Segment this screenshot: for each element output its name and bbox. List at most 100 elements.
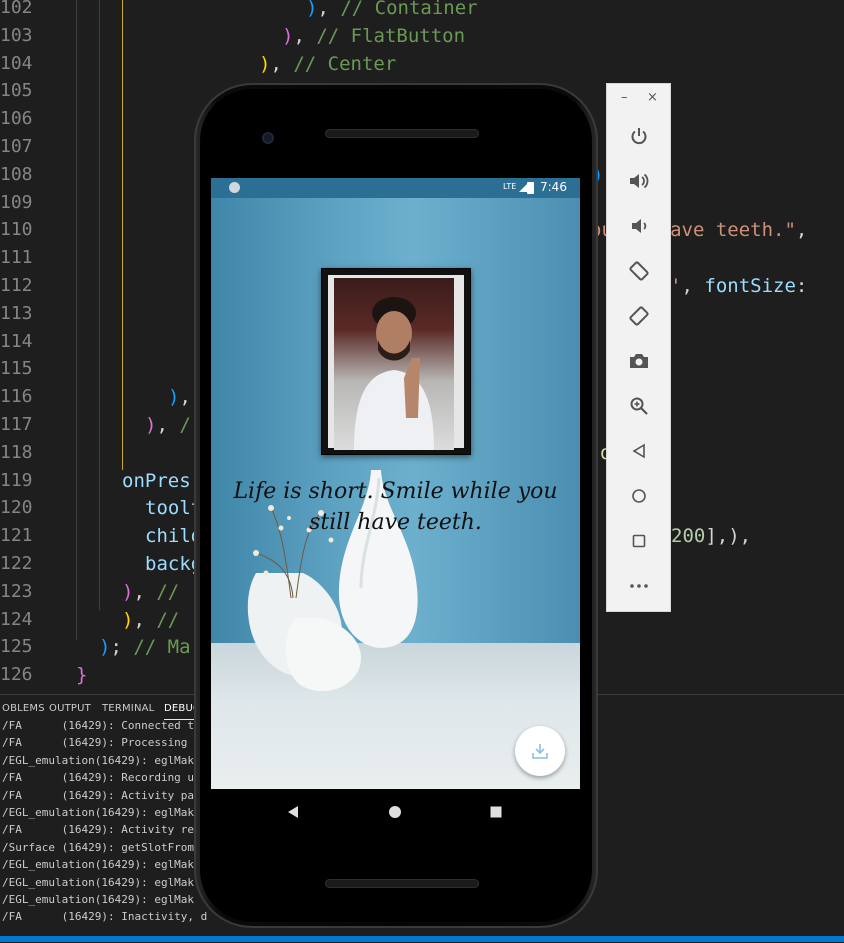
line-number: 122 bbox=[0, 553, 33, 574]
minimize-button[interactable]: – bbox=[621, 90, 628, 105]
clock-time: 7:46 bbox=[540, 180, 567, 194]
log-line: /FA (16429): Inactivity, d bbox=[2, 910, 208, 924]
home-circle-icon bbox=[389, 806, 401, 818]
rotate-left-icon bbox=[629, 261, 649, 281]
overview-square-icon bbox=[632, 534, 646, 548]
log-line: /EGL_emulation(16429): eglMak bbox=[2, 806, 195, 819]
top-speaker bbox=[325, 129, 479, 138]
log-line: /FA (16429): Processing bbox=[2, 736, 188, 750]
line-number: 120 bbox=[0, 497, 33, 519]
tab-problems[interactable]: OBLEMS bbox=[2, 703, 45, 714]
line-number: 115 bbox=[0, 358, 33, 380]
code-text: 200],), bbox=[671, 525, 752, 548]
line-number: 124 bbox=[0, 608, 33, 630]
power-icon bbox=[631, 128, 647, 145]
back-triangle-icon bbox=[632, 443, 645, 459]
volume-up-button[interactable] bbox=[623, 165, 655, 197]
person-portrait-image bbox=[354, 297, 434, 450]
more-button[interactable] bbox=[623, 570, 655, 602]
line-number: 104 bbox=[0, 52, 33, 74]
home-circle-icon bbox=[632, 489, 646, 503]
tab-terminal[interactable]: TERMINAL bbox=[102, 703, 154, 714]
code-text: ), // Center bbox=[259, 52, 397, 75]
line-number: 119 bbox=[0, 469, 33, 491]
line-number: 103 bbox=[0, 24, 33, 46]
android-nav-bar bbox=[211, 789, 580, 835]
app-screen[interactable]: LTE 7:46 Life is short. Smile while you … bbox=[211, 178, 580, 789]
line-number: 125 bbox=[0, 636, 33, 658]
rotate-left-button[interactable] bbox=[623, 255, 655, 287]
power-button[interactable] bbox=[623, 120, 655, 152]
line-number: 112 bbox=[0, 275, 33, 296]
line-number: 110 bbox=[0, 219, 33, 241]
zoom-icon bbox=[630, 397, 648, 415]
android-status-bar: LTE 7:46 bbox=[211, 178, 580, 198]
log-line: /FA (16429): Activity pa bbox=[2, 788, 195, 802]
volume-down-icon bbox=[632, 219, 647, 233]
quote-text: Life is short. Smile while you still hav… bbox=[233, 479, 558, 535]
front-camera bbox=[262, 132, 274, 144]
code-text: ), // bbox=[122, 608, 180, 631]
log-line: /Surface (16429): getSlotFrom bbox=[2, 840, 195, 854]
download-icon bbox=[532, 744, 548, 759]
code-text: ), // Container bbox=[306, 0, 478, 19]
log-line: /FA (16429): Activity re bbox=[2, 823, 195, 837]
line-number: 106 bbox=[0, 108, 33, 130]
zoom-button[interactable] bbox=[623, 390, 655, 422]
rotate-right-button[interactable] bbox=[623, 300, 655, 332]
close-button[interactable]: × bbox=[647, 90, 658, 105]
line-number: 108 bbox=[0, 163, 33, 185]
log-line: /FA (16429): Recording u bbox=[2, 771, 195, 785]
code-text: onPres bbox=[122, 469, 191, 492]
rotate-right-icon bbox=[629, 306, 649, 326]
download-fab-button[interactable] bbox=[515, 726, 565, 776]
back-triangle-icon bbox=[288, 806, 298, 818]
camera-icon bbox=[630, 354, 648, 368]
nav-back-button[interactable] bbox=[284, 803, 302, 821]
back-button[interactable] bbox=[623, 435, 655, 467]
photo-frame bbox=[321, 268, 471, 455]
line-number: 121 bbox=[0, 525, 33, 547]
code-line: 102 ), // Container bbox=[0, 0, 844, 22]
line-number: 126 bbox=[0, 664, 33, 686]
nav-home-button[interactable] bbox=[386, 803, 404, 821]
log-line: /EGL_emulation(16429): eglMak bbox=[2, 753, 195, 767]
line-number: 113 bbox=[0, 302, 33, 324]
portrait-photo bbox=[334, 278, 454, 450]
code-text: ), // bbox=[122, 580, 180, 603]
log-line: /EGL_emulation(16429): eglMak bbox=[2, 893, 195, 906]
code-line: 104 ), // Center bbox=[0, 50, 844, 78]
line-number: 109 bbox=[0, 191, 33, 213]
line-number: 111 bbox=[0, 247, 33, 269]
line-number: 102 bbox=[0, 0, 33, 18]
home-button[interactable] bbox=[623, 480, 655, 512]
code-text: ); // Ma bbox=[99, 636, 191, 659]
nav-overview-button[interactable] bbox=[487, 803, 505, 821]
overview-square-icon bbox=[490, 806, 502, 818]
notification-dot-icon bbox=[229, 182, 240, 193]
code-text: ), / bbox=[145, 414, 191, 436]
status-bar bbox=[0, 936, 844, 942]
code-text: ), // FlatButton bbox=[282, 24, 466, 47]
line-number: 116 bbox=[0, 386, 33, 408]
code-text: } bbox=[76, 664, 88, 687]
screenshot-button[interactable] bbox=[623, 345, 655, 377]
network-type: LTE bbox=[503, 182, 517, 191]
emulator-toolbar: – × bbox=[606, 83, 671, 612]
line-number: 118 bbox=[0, 441, 33, 463]
log-line: /EGL_emulation(16429): eglMak bbox=[2, 875, 195, 889]
bottom-speaker bbox=[325, 879, 479, 888]
tab-output[interactable]: OUTPUT bbox=[49, 703, 91, 714]
code-line: 103 ), // FlatButton bbox=[0, 22, 844, 50]
log-line: /FA (16429): Connected t bbox=[2, 719, 195, 732]
line-number: 123 bbox=[0, 580, 33, 602]
log-line: /EGL_emulation(16429): eglMak bbox=[2, 858, 195, 872]
line-number: 105 bbox=[0, 80, 33, 102]
volume-up-icon bbox=[630, 173, 649, 189]
battery-icon bbox=[527, 182, 534, 194]
volume-down-button[interactable] bbox=[623, 210, 655, 242]
line-number: 114 bbox=[0, 330, 33, 352]
line-number: 117 bbox=[0, 414, 33, 435]
more-dots-icon bbox=[630, 584, 648, 588]
overview-button[interactable] bbox=[623, 525, 655, 557]
